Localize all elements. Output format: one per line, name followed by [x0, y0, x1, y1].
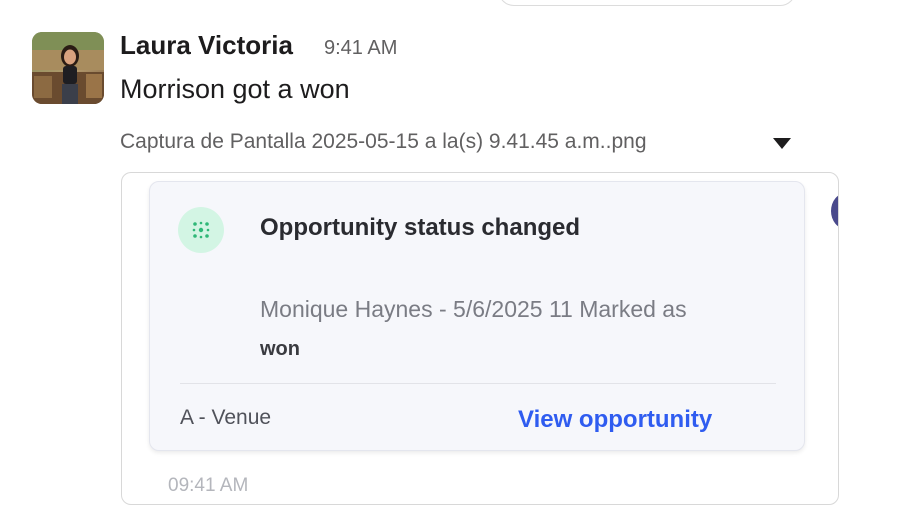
previous-reaction-pill — [498, 0, 796, 6]
message-timestamp[interactable]: 9:41 AM — [324, 37, 397, 60]
sparkle-icon — [178, 207, 224, 253]
notification-time: 09:41 AM — [168, 475, 249, 496]
message-author[interactable]: Laura Victoria — [120, 30, 293, 61]
attachment-preview[interactable]: Opportunity status changed Monique Hayne… — [121, 172, 839, 505]
notification-body: Monique Haynes - 5/6/2025 11 Marked as — [260, 296, 687, 322]
notification-card: Opportunity status changed Monique Hayne… — [149, 181, 805, 451]
notification-title: Opportunity status changed — [260, 214, 581, 241]
edge-avatar — [831, 193, 838, 229]
view-opportunity-link[interactable]: View opportunity — [518, 406, 712, 434]
avatar[interactable] — [32, 32, 104, 104]
notification-status-value: won — [260, 338, 300, 360]
notification-venue: A - Venue — [180, 406, 272, 429]
caret-down-icon[interactable] — [773, 138, 791, 149]
notification-divider — [180, 383, 776, 384]
avatar-photo — [32, 32, 104, 104]
attachment-file-name[interactable]: Captura de Pantalla 2025-05-15 a la(s) 9… — [120, 130, 647, 154]
message-text: Morrison got a won — [120, 74, 350, 104]
